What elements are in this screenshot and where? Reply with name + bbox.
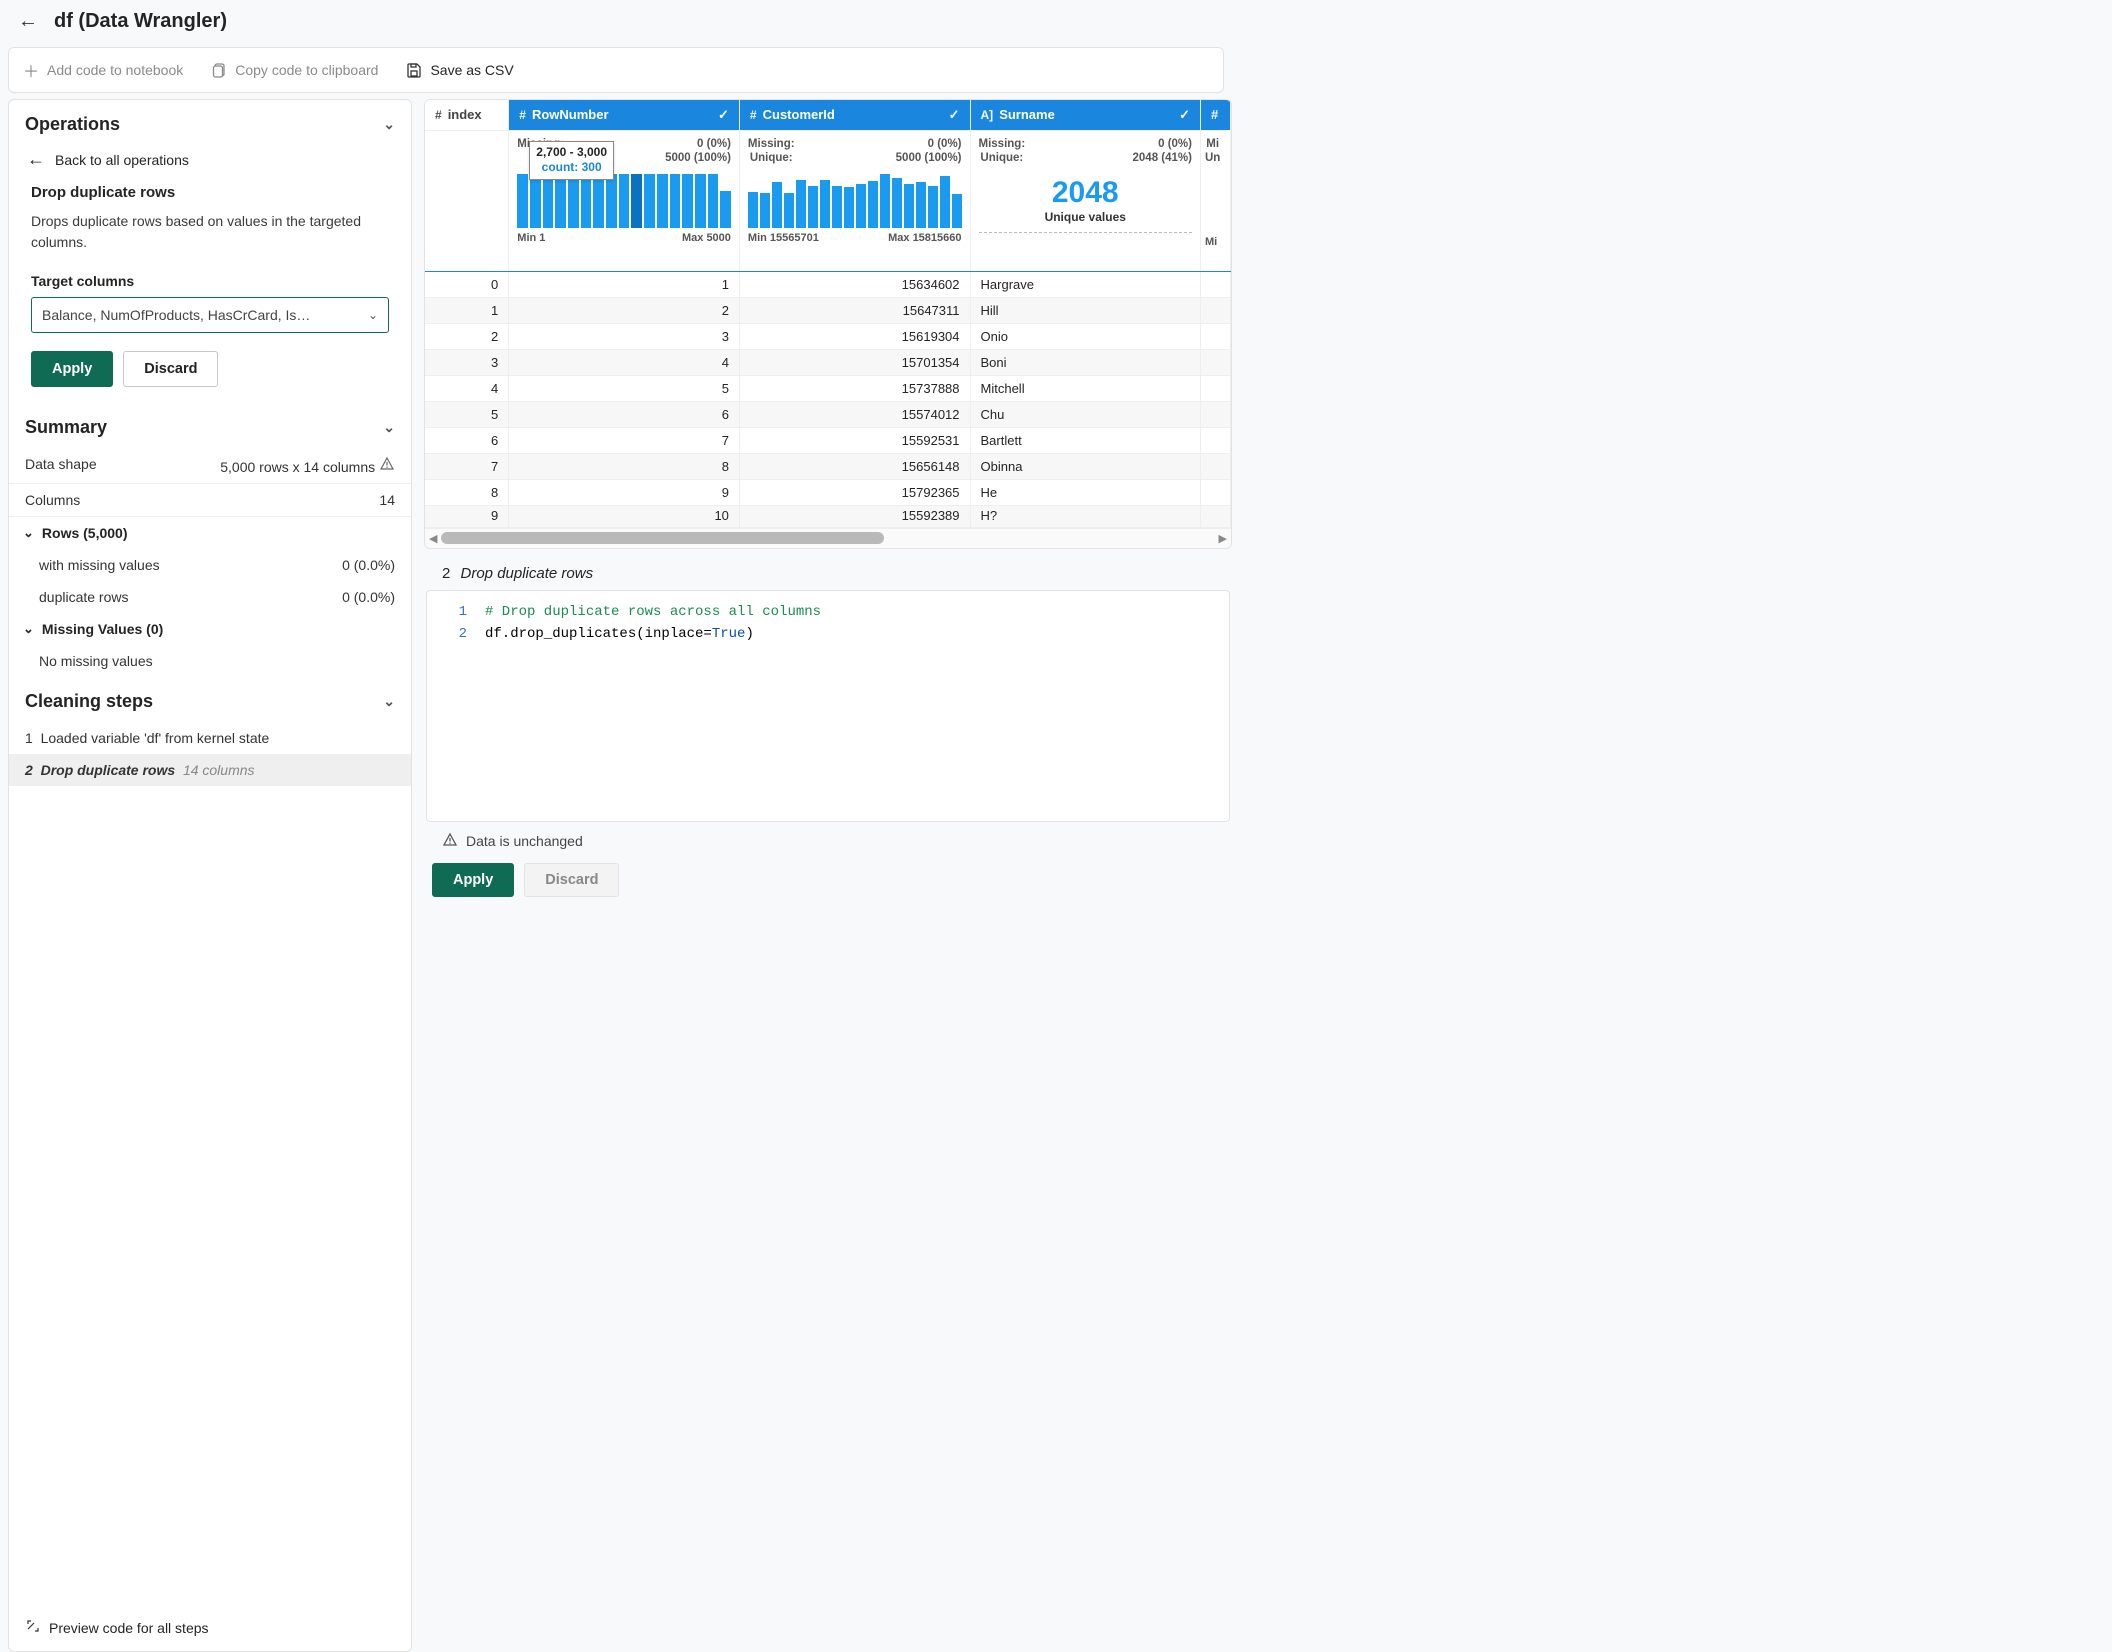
operations-heading: Operations	[25, 114, 120, 135]
data-shape-value: 5,000 rows x 14 columns	[220, 456, 395, 475]
save-csv-button[interactable]: Save as CSV	[406, 62, 513, 78]
target-columns-label: Target columns	[31, 273, 389, 289]
side-panel: Operations ⌄ ← Back to all operations Dr…	[8, 99, 412, 1652]
rows-header[interactable]: ⌄ Rows (5,000)	[9, 517, 411, 549]
rows-heading: Rows (5,000)	[42, 525, 128, 541]
back-arrow-icon[interactable]: ←	[18, 10, 38, 33]
table-row[interactable]: 6715592531Bartlett	[425, 427, 1231, 453]
add-code-label: Add code to notebook	[47, 62, 183, 78]
missing-rows-value: 0 (0.0%)	[342, 557, 395, 573]
code-apply-button[interactable]: Apply	[432, 863, 514, 897]
code-icon	[25, 1618, 41, 1637]
warning-icon	[379, 456, 395, 472]
column-stats-rownumber: 2,700 - 3,000 count: 300 Missing:Un 0 (0…	[509, 130, 740, 271]
back-label: Back to all operations	[55, 152, 189, 168]
back-to-operations[interactable]: ← Back to all operations	[9, 145, 411, 184]
cleaning-steps-header[interactable]: Cleaning steps ⌄	[9, 677, 411, 722]
data-shape-label: Data shape	[25, 456, 97, 475]
horizontal-scrollbar[interactable]: ◀ ▶	[425, 528, 1231, 548]
code-editor[interactable]: 1# Drop duplicate rows across all column…	[426, 590, 1230, 822]
check-icon: ✓	[1179, 107, 1190, 123]
chevron-down-icon: ⌄	[383, 693, 395, 710]
chevron-down-icon: ⌄	[23, 621, 34, 637]
table-row[interactable]: 91015592389H?	[425, 505, 1231, 527]
column-header-next[interactable]: #	[1200, 100, 1230, 130]
duplicate-rows-value: 0 (0.0%)	[342, 589, 395, 605]
chevron-down-icon: ⌄	[383, 419, 395, 436]
status-row: Data is unchanged	[424, 822, 1232, 859]
cleaning-steps-heading: Cleaning steps	[25, 691, 153, 712]
table-row[interactable]: 0115634602Hargrave	[425, 271, 1231, 297]
scroll-right-icon[interactable]: ▶	[1219, 532, 1227, 545]
hash-icon: #	[519, 108, 526, 122]
hash-icon: #	[435, 108, 442, 122]
target-columns-value: Balance, NumOfProducts, HasCrCard, Is…	[42, 307, 310, 323]
operations-header[interactable]: Operations ⌄	[9, 100, 411, 145]
save-icon	[406, 62, 422, 78]
cleaning-step-2[interactable]: 2 Drop duplicate rows 14 columns	[9, 754, 411, 786]
code-discard-button[interactable]: Discard	[524, 863, 619, 897]
copy-code-label: Copy code to clipboard	[235, 62, 378, 78]
column-header-surname[interactable]: A]Surname✓	[970, 100, 1200, 130]
chevron-down-icon: ⌄	[23, 525, 34, 541]
scrollbar-thumb[interactable]	[441, 532, 884, 544]
column-stats-customerid: Missing:Unique: 0 (0%)5000 (100%) Min 15…	[739, 130, 970, 271]
table-row[interactable]: 4515737888Mitchell	[425, 375, 1231, 401]
discard-button[interactable]: Discard	[123, 351, 218, 387]
status-text: Data is unchanged	[466, 833, 583, 849]
target-columns-select[interactable]: Balance, NumOfProducts, HasCrCard, Is… ⌄	[31, 297, 389, 333]
column-header-rownumber[interactable]: #RowNumber✓	[509, 100, 740, 130]
preview-code-link[interactable]: Preview code for all steps	[9, 1603, 411, 1651]
summary-heading: Summary	[25, 417, 107, 438]
table-row[interactable]: 7815656148Obinna	[425, 453, 1231, 479]
table-row[interactable]: 1215647311Hill	[425, 297, 1231, 323]
summary-header[interactable]: Summary ⌄	[9, 403, 411, 448]
operation-title: Drop duplicate rows	[31, 184, 389, 201]
table-row[interactable]: 8915792365He	[425, 479, 1231, 505]
hash-icon: #	[1211, 107, 1218, 122]
page-title: df (Data Wrangler)	[54, 10, 227, 33]
column-header-customerid[interactable]: #CustomerId✓	[739, 100, 970, 130]
data-grid: #index #RowNumber✓ #CustomerId✓ A]Surnam…	[424, 99, 1232, 549]
chevron-down-icon: ⌄	[368, 308, 378, 322]
table-row[interactable]: 3415701354Boni	[425, 349, 1231, 375]
chevron-down-icon: ⌄	[383, 116, 395, 133]
cleaning-step-1[interactable]: 1 Loaded variable 'df' from kernel state	[9, 722, 411, 754]
check-icon: ✓	[949, 107, 960, 123]
plus-icon: ＋	[23, 58, 39, 82]
histogram-tooltip: 2,700 - 3,000 count: 300	[529, 141, 614, 180]
missing-values-header[interactable]: ⌄ Missing Values (0)	[9, 613, 411, 645]
histogram-customerid[interactable]	[748, 174, 962, 228]
back-arrow-icon: ←	[27, 149, 45, 170]
toolbar: ＋ Add code to notebook Copy code to clip…	[8, 47, 1224, 93]
table-row[interactable]: 2315619304Onio	[425, 323, 1231, 349]
scroll-left-icon[interactable]: ◀	[429, 532, 437, 545]
columns-value: 14	[379, 492, 395, 508]
text-icon: A]	[981, 108, 994, 122]
columns-label: Columns	[25, 492, 80, 508]
add-code-button[interactable]: ＋ Add code to notebook	[23, 58, 183, 82]
missing-values-heading: Missing Values (0)	[42, 621, 163, 637]
column-stats-next: MiUn Mi	[1200, 130, 1230, 271]
hash-icon: #	[750, 108, 757, 122]
table-row[interactable]: 5615574012Chu	[425, 401, 1231, 427]
duplicate-rows-label: duplicate rows	[39, 589, 129, 605]
apply-button[interactable]: Apply	[31, 351, 113, 387]
warning-icon	[442, 832, 458, 851]
index-column-header[interactable]: #index	[425, 100, 509, 130]
missing-rows-label: with missing values	[39, 557, 160, 573]
save-csv-label: Save as CSV	[430, 62, 513, 78]
check-icon: ✓	[718, 107, 729, 123]
preview-code-label: Preview code for all steps	[49, 1620, 209, 1636]
operation-description: Drops duplicate rows based on values in …	[31, 211, 389, 253]
copy-code-button[interactable]: Copy code to clipboard	[211, 62, 378, 78]
clipboard-icon	[211, 62, 227, 78]
column-stats-surname: Missing:Unique: 0 (0%)2048 (41%) 2048 Un…	[970, 130, 1200, 271]
code-step-header: 2 Drop duplicate rows	[424, 557, 1232, 590]
histogram-rownumber[interactable]	[517, 174, 731, 228]
no-missing-values: No missing values	[39, 653, 153, 669]
